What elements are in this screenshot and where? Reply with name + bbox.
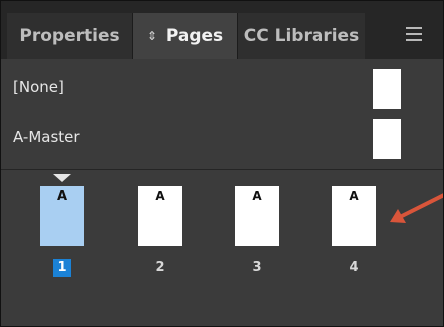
master-thumbnail[interactable] <box>373 119 401 159</box>
master-label: A-Master <box>13 128 80 146</box>
page-thumbnail-1[interactable]: A <box>40 186 84 246</box>
triangle-down-icon <box>53 174 71 182</box>
page-number-4[interactable]: 4 <box>345 259 363 277</box>
page-thumbnail-3[interactable]: A <box>235 186 279 246</box>
panel-tab-bar: Properties ⇕ Pages CC Libraries <box>1 1 443 59</box>
page-master-prefix: A <box>252 189 262 203</box>
page-master-prefix: A <box>155 189 165 203</box>
master-item-a-master[interactable]: A-Master <box>1 113 443 165</box>
masters-section: [None] A-Master <box>1 59 443 169</box>
page-thumbnail-2[interactable]: A <box>138 186 182 246</box>
tab-pages-label: Pages <box>165 26 224 46</box>
master-label: [None] <box>13 78 64 96</box>
pages-panel: Properties ⇕ Pages CC Libraries [None] A… <box>0 0 444 327</box>
master-item-none[interactable]: [None] <box>1 63 443 115</box>
updown-icon: ⇕ <box>146 29 157 43</box>
tab-pages[interactable]: ⇕ Pages <box>133 13 237 59</box>
page-thumbnail-4[interactable]: A <box>332 186 376 246</box>
tab-properties[interactable]: Properties <box>7 13 133 59</box>
arrow-icon <box>390 193 443 223</box>
pages-section: A A A A 1 2 3 4 <box>1 170 443 326</box>
tab-properties-label: Properties <box>19 26 120 46</box>
master-thumbnail[interactable] <box>373 69 401 109</box>
page-master-prefix: A <box>349 189 359 203</box>
hamburger-menu-icon[interactable] <box>400 23 428 45</box>
tab-cc-libraries-label: CC Libraries <box>243 26 360 46</box>
page-master-prefix: A <box>56 189 68 204</box>
page-number-1[interactable]: 1 <box>53 259 71 277</box>
page-number-3[interactable]: 3 <box>248 259 266 277</box>
page-number-2[interactable]: 2 <box>151 259 169 277</box>
tab-cc-libraries[interactable]: CC Libraries <box>237 13 365 59</box>
